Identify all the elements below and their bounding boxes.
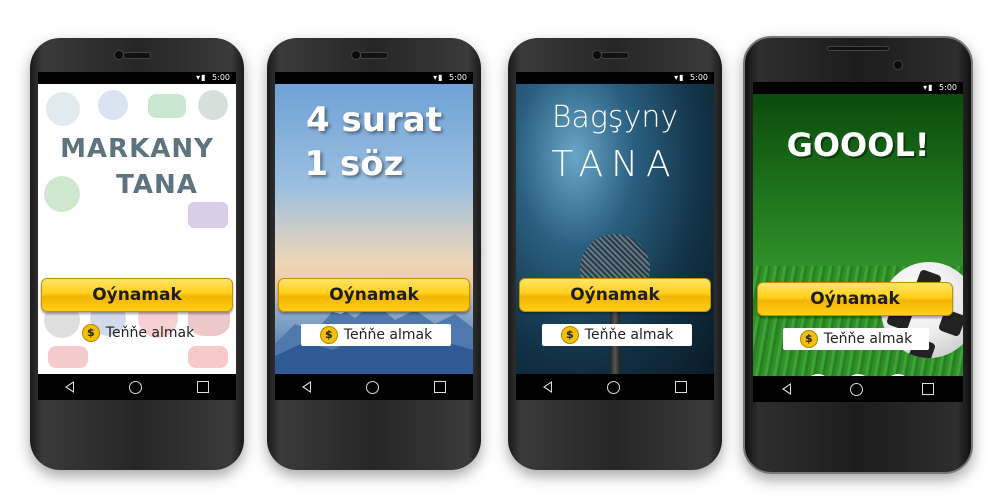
- game-title-line-2: TANA: [551, 144, 679, 185]
- coin-icon: $: [319, 326, 338, 344]
- home-icon[interactable]: [365, 380, 379, 394]
- game-title-line-2: 1 söz: [304, 144, 404, 184]
- signal-battery-icon: ▾▮: [433, 73, 444, 82]
- game-title-line-2: TANA: [116, 170, 198, 200]
- front-camera: [114, 50, 124, 60]
- coin-icon: $: [81, 324, 100, 342]
- status-time: 5:00: [212, 73, 230, 82]
- home-icon[interactable]: [606, 380, 620, 394]
- get-coins-button[interactable]: $ Teňňe almak: [783, 328, 929, 350]
- get-coins-button[interactable]: $ Teňňe almak: [301, 324, 451, 346]
- game-title-line-1: Bagşyny: [551, 100, 679, 135]
- android-nav-bar: [516, 374, 714, 400]
- android-nav-bar: [38, 374, 236, 400]
- brand-logo-icon: [198, 90, 228, 120]
- play-button[interactable]: Oýnamak: [519, 278, 711, 312]
- back-icon[interactable]: [782, 383, 792, 395]
- status-bar: ▾▮ 5:00: [753, 82, 963, 94]
- get-coins-label: Teňňe almak: [584, 327, 674, 343]
- android-nav-bar: [753, 376, 963, 402]
- status-time: 5:00: [690, 73, 708, 82]
- earpiece-speaker: [827, 46, 889, 51]
- phone-4-surat-1-soz: ▾▮ 5:00 4 surat 1 söz Oýnamak $ Teňňe al…: [267, 38, 481, 470]
- phone-screen: ▾▮ 5:00 GOOOL! Oýnamak $ Teňňe almak i )…: [753, 82, 963, 402]
- status-time: 5:00: [449, 73, 467, 82]
- brand-logo-icon: [48, 346, 88, 368]
- game-title: GOOOL!: [786, 126, 930, 164]
- signal-battery-icon: ▾▮: [196, 73, 207, 82]
- status-bar: ▾▮ 5:00: [38, 72, 236, 84]
- coin-icon: $: [799, 330, 818, 348]
- home-icon[interactable]: [128, 380, 142, 394]
- brand-logo-icon: [98, 90, 128, 120]
- home-icon[interactable]: [849, 382, 863, 396]
- play-button[interactable]: Oýnamak: [757, 282, 953, 316]
- game-title-line-1: 4 surat: [306, 100, 442, 140]
- get-coins-label: Teňňe almak: [823, 331, 913, 347]
- play-button[interactable]: Oýnamak: [41, 278, 233, 312]
- brand-logo-icon: [46, 92, 80, 126]
- android-nav-bar: [275, 374, 473, 400]
- status-time: 5:00: [939, 83, 957, 92]
- front-camera: [893, 60, 903, 70]
- get-coins-label: Teňňe almak: [105, 325, 195, 341]
- back-icon[interactable]: [543, 381, 553, 393]
- get-coins-button[interactable]: $ Teňňe almak: [68, 322, 208, 344]
- brand-logo-icon: [188, 202, 228, 228]
- recent-apps-icon[interactable]: [196, 381, 209, 393]
- get-coins-button[interactable]: $ Teňňe almak: [542, 324, 692, 346]
- status-bar: ▾▮ 5:00: [275, 72, 473, 84]
- earpiece-speaker: [360, 52, 388, 59]
- brand-logo-icon: [148, 94, 186, 118]
- phone-screen: ▾▮ 5:00 4 surat 1 söz Oýnamak $ Teňňe al…: [275, 72, 473, 400]
- game-title-line-1: MARKANY: [60, 134, 214, 164]
- phone-bagsyny-tana: ▾▮ 5:00 Bagşyny TANA Oýnamak $ Teňňe alm…: [508, 38, 722, 470]
- phone-markany-tana: ▾▮ 5:00 MARKANY TANA Oýnamak $ Teňňe alm…: [30, 38, 244, 470]
- back-icon[interactable]: [65, 381, 75, 393]
- recent-apps-icon[interactable]: [433, 381, 446, 393]
- coin-icon: $: [560, 326, 579, 344]
- signal-battery-icon: ▾▮: [923, 83, 934, 92]
- play-button[interactable]: Oýnamak: [278, 278, 470, 312]
- signal-battery-icon: ▾▮: [674, 73, 685, 82]
- back-icon[interactable]: [302, 381, 312, 393]
- earpiece-speaker: [123, 52, 151, 59]
- get-coins-label: Teňňe almak: [343, 327, 433, 343]
- front-camera: [592, 50, 602, 60]
- front-camera: [351, 50, 361, 60]
- earpiece-speaker: [601, 52, 629, 59]
- phone-screen: ▾▮ 5:00 MARKANY TANA Oýnamak $ Teňňe alm…: [38, 72, 236, 400]
- recent-apps-icon[interactable]: [921, 383, 934, 395]
- status-bar: ▾▮ 5:00: [516, 72, 714, 84]
- phone-goool: ▾▮ 5:00 GOOOL! Oýnamak $ Teňňe almak i )…: [743, 36, 973, 474]
- recent-apps-icon[interactable]: [674, 381, 687, 393]
- brand-logo-icon: [188, 346, 228, 368]
- phone-screen: ▾▮ 5:00 Bagşyny TANA Oýnamak $ Teňňe alm…: [516, 72, 714, 400]
